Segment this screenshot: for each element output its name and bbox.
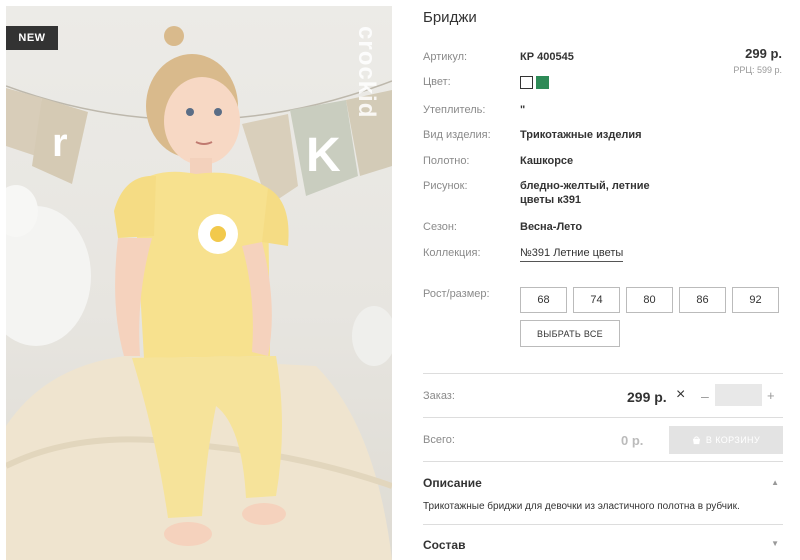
qty-decrement-button[interactable]: – xyxy=(701,388,709,404)
description-title[interactable]: Описание xyxy=(423,476,482,490)
attr-type-label: Вид изделия: xyxy=(423,129,491,141)
order-price: 299 р. xyxy=(627,389,667,405)
attr-collection-label: Коллекция: xyxy=(423,247,481,259)
total-label: Всего: xyxy=(423,434,455,446)
attr-insulation-value: " xyxy=(520,104,526,116)
new-badge: NEW xyxy=(6,26,58,50)
size-options: 68 74 80 86 92 xyxy=(520,287,779,313)
attr-fabric-value: Кашкорсе xyxy=(520,155,574,167)
brand-watermark-logo: crockid xyxy=(353,26,380,119)
product-title: Бриджи xyxy=(423,9,477,26)
add-to-cart-button[interactable]: В КОРЗИНУ xyxy=(669,426,783,454)
total-value: 0 р. xyxy=(621,433,644,448)
divider xyxy=(423,524,783,525)
product-rrp: РРЦ: 599 р. xyxy=(733,65,782,75)
color-swatch-green[interactable] xyxy=(536,76,549,89)
attr-pattern-value: бледно-желтый, летние цветы к391 xyxy=(520,180,650,206)
size-label: Рост/размер: xyxy=(423,288,490,300)
cart-icon xyxy=(692,435,701,444)
size-option-86[interactable]: 86 xyxy=(679,287,726,313)
svg-text:K: K xyxy=(306,129,341,182)
attr-article-value: КР 400545 xyxy=(520,51,574,63)
remove-icon[interactable]: × xyxy=(676,386,685,404)
qty-increment-button[interactable]: + xyxy=(767,388,775,403)
attr-fabric-label: Полотно: xyxy=(423,155,470,167)
product-image: r K xyxy=(6,26,392,560)
attr-collection-value-wrap: №391 Летние цветы xyxy=(520,246,624,262)
composition-title[interactable]: Состав xyxy=(423,538,465,552)
attr-insulation-label: Утеплитель: xyxy=(423,104,486,116)
attr-season-label: Сезон: xyxy=(423,221,457,233)
size-option-68[interactable]: 68 xyxy=(520,287,567,313)
chevron-up-icon[interactable]: ▲ xyxy=(771,478,779,487)
size-option-80[interactable]: 80 xyxy=(626,287,673,313)
select-all-sizes-button[interactable]: ВЫБРАТЬ ВСЕ xyxy=(520,320,620,347)
attr-type-value: Трикотажные изделия xyxy=(520,129,642,141)
collection-link[interactable]: №391 Летние цветы xyxy=(520,247,624,262)
add-to-cart-label: В КОРЗИНУ xyxy=(705,435,761,445)
order-label: Заказ: xyxy=(423,390,455,402)
attr-pattern-label: Рисунок: xyxy=(423,180,468,192)
divider xyxy=(423,461,783,462)
divider xyxy=(423,417,783,418)
attr-article-label: Артикул: xyxy=(423,51,468,63)
product-info-panel: Бриджи 299 р. РРЦ: 599 р. Артикул: КР 40… xyxy=(423,0,783,560)
attr-color-label: Цвет: xyxy=(423,76,451,88)
product-photo[interactable]: r K NEW crockid xyxy=(6,6,392,560)
divider xyxy=(423,373,783,374)
description-text: Трикотажные бриджи для девочки из эласти… xyxy=(423,501,740,512)
attr-season-value: Весна-Лето xyxy=(520,221,583,233)
svg-text:r: r xyxy=(52,121,68,165)
chevron-down-icon[interactable]: ▼ xyxy=(771,539,779,548)
product-price: 299 р. xyxy=(745,46,782,61)
quantity-input[interactable] xyxy=(715,384,762,406)
size-option-74[interactable]: 74 xyxy=(573,287,620,313)
color-swatch-white[interactable] xyxy=(520,76,533,89)
size-option-92[interactable]: 92 xyxy=(732,287,779,313)
